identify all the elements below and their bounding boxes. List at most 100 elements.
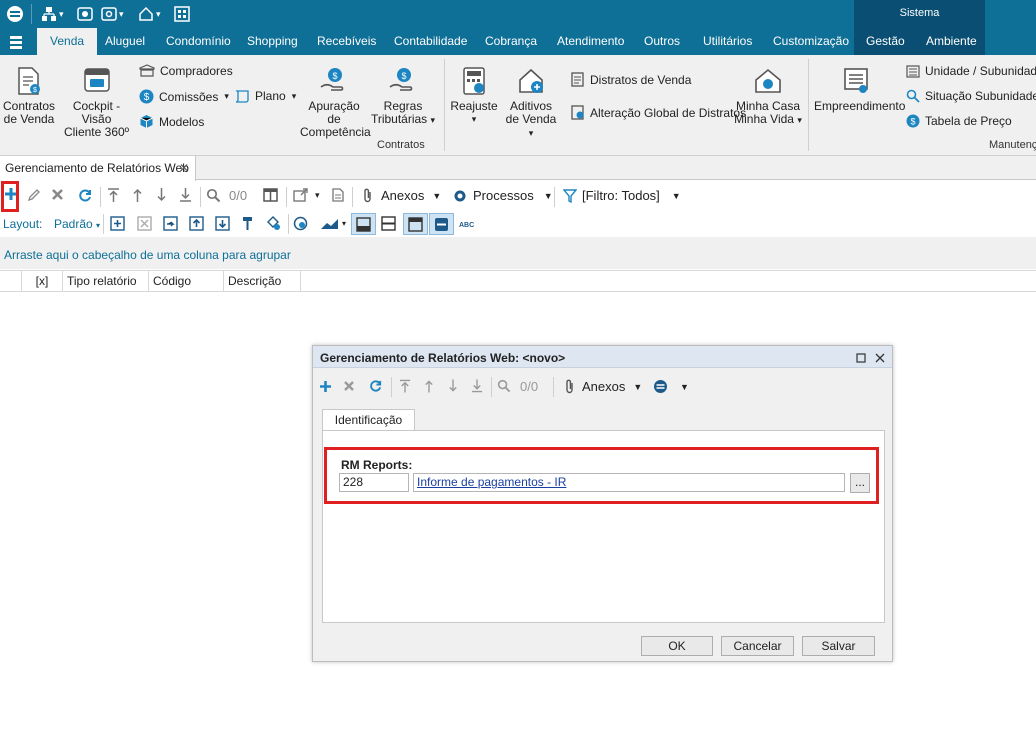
- comissoes-button[interactable]: $ Comissões ▾: [139, 89, 229, 104]
- maximize-icon[interactable]: [856, 352, 866, 366]
- window-icon[interactable]: ▾: [101, 4, 124, 24]
- compradores-button[interactable]: Compradores: [139, 64, 233, 78]
- tab-gestao[interactable]: Gestão: [866, 28, 905, 55]
- situacao-button[interactable]: Situação Subunidade: [906, 89, 1036, 103]
- cancel-button[interactable]: Cancelar: [721, 636, 794, 656]
- previous-record-button[interactable]: [131, 188, 144, 202]
- plano-label: Plano: [255, 89, 286, 103]
- spell-check-icon[interactable]: ABC: [459, 218, 477, 232]
- tab-cobranca[interactable]: Cobrança: [485, 28, 537, 55]
- document-gear-icon: [571, 105, 584, 120]
- plano-button[interactable]: Plano ▾: [234, 89, 296, 103]
- record-counter: 0/0: [229, 188, 248, 203]
- report-button[interactable]: [332, 188, 344, 202]
- close-icon[interactable]: [875, 352, 885, 366]
- column-header-descricao[interactable]: Descrição: [224, 271, 301, 292]
- tab-customizacao[interactable]: Customização: [773, 28, 849, 55]
- ok-button[interactable]: OK: [641, 636, 713, 656]
- doc-tab-relatorios[interactable]: Gerenciamento de Relatórios Web ✕: [0, 156, 196, 181]
- tab-condominio[interactable]: Condomínio: [166, 28, 231, 55]
- grid-icon[interactable]: [174, 4, 190, 24]
- column-header-tipo[interactable]: Tipo relatório: [63, 271, 149, 292]
- download-layout-icon[interactable]: [215, 216, 230, 234]
- tabela-preco-button[interactable]: $ Tabela de Preço: [906, 114, 1012, 128]
- group-by-area[interactable]: Arraste aqui o cabeçalho de uma coluna p…: [0, 237, 1036, 269]
- minha-casa-button[interactable]: Minha Casa Minha Vida ▾: [734, 67, 802, 127]
- column-header-codigo[interactable]: Código: [149, 271, 224, 292]
- home-icon[interactable]: ▾: [138, 4, 161, 24]
- report-icon: [332, 188, 344, 202]
- chart-type-icon[interactable]: ▾: [320, 217, 346, 230]
- add-layout-icon[interactable]: [110, 216, 125, 234]
- dialog-last-button[interactable]: [471, 379, 483, 393]
- apuracao-label-2: Competência: [300, 125, 371, 139]
- apuracao-button[interactable]: $ Apuração de Competência: [300, 67, 371, 139]
- dialog-search-button[interactable]: [497, 379, 511, 393]
- view-grid-bottom-icon[interactable]: [351, 213, 376, 235]
- app-menu-icon[interactable]: [9, 34, 23, 53]
- next-record-button[interactable]: [155, 188, 168, 202]
- close-icon[interactable]: ✕: [179, 156, 189, 180]
- dialog-first-button[interactable]: [399, 379, 411, 393]
- tab-venda[interactable]: Venda: [37, 28, 98, 55]
- cockpit-button[interactable]: Cockpit - Visão Cliente 360º: [59, 67, 134, 139]
- tab-utilitarios[interactable]: Utilitários: [703, 28, 752, 55]
- modelos-button[interactable]: Modelos: [139, 114, 204, 129]
- tab-atendimento[interactable]: Atendimento: [557, 28, 624, 55]
- upload-layout-icon[interactable]: [189, 216, 204, 234]
- edit-button[interactable]: [27, 188, 41, 202]
- tab-ambiente[interactable]: Ambiente: [926, 28, 977, 55]
- dialog-refresh-button[interactable]: [369, 379, 383, 393]
- regras-tributarias-button[interactable]: $ Regras Tributárias ▾: [370, 67, 436, 127]
- pin-icon[interactable]: [241, 216, 254, 234]
- refresh-button[interactable]: [78, 188, 93, 203]
- reajuste-button[interactable]: Reajuste ▾: [448, 67, 500, 126]
- register-icon: [844, 68, 868, 93]
- search-button[interactable]: [206, 188, 221, 203]
- empreendimento-label: Empreendimento: [814, 99, 906, 113]
- filter-button[interactable]: [Filtro: Todos] ▼: [563, 188, 681, 203]
- save-button[interactable]: Salvar: [802, 636, 875, 656]
- contratos-venda-button[interactable]: $ Contratos de Venda: [3, 67, 55, 126]
- unidade-button[interactable]: Unidade / Subunidade: [906, 64, 1036, 78]
- export-button[interactable]: ▾: [293, 188, 320, 202]
- tab-contabilidade[interactable]: Contabilidade: [394, 28, 467, 55]
- dialog-record-counter: 0/0: [520, 379, 539, 394]
- arrow-down-icon: [449, 379, 457, 392]
- hierarchy-icon[interactable]: ▾: [41, 4, 64, 24]
- view-split-icon[interactable]: [381, 216, 396, 234]
- tab-shopping[interactable]: Shopping: [247, 28, 298, 55]
- distratos-button[interactable]: Distratos de Venda: [570, 72, 691, 87]
- tab-aluguel[interactable]: Aluguel: [105, 28, 145, 55]
- modelos-label: Modelos: [159, 114, 205, 129]
- logo-icon[interactable]: [6, 4, 24, 24]
- tab-outros[interactable]: Outros: [644, 28, 680, 55]
- view-grid-top-icon[interactable]: [403, 213, 428, 235]
- processos-button[interactable]: Processos ▼: [453, 188, 553, 203]
- dialog-previous-button[interactable]: [423, 379, 435, 393]
- color-fill-icon[interactable]: [265, 216, 281, 234]
- view-bar-icon[interactable]: [429, 213, 454, 235]
- delete-button[interactable]: [51, 188, 64, 201]
- dialog-delete-button[interactable]: [343, 380, 355, 392]
- aditivos-button[interactable]: Aditivos de Venda ▾: [502, 67, 560, 140]
- cockpit-icon: [83, 68, 110, 92]
- view-icon[interactable]: [77, 4, 93, 24]
- dialog-anexos-button[interactable]: Anexos ▼: [564, 379, 642, 394]
- dialog-next-button[interactable]: [447, 379, 459, 393]
- column-header-select[interactable]: [x]: [22, 271, 63, 292]
- alteracao-global-button[interactable]: Alteração Global de Distratos: [570, 105, 746, 120]
- empreendimento-button[interactable]: Empreendimento: [814, 67, 906, 113]
- remove-layout-icon[interactable]: [137, 216, 152, 234]
- last-record-button[interactable]: [179, 188, 192, 202]
- tab-recebiveis[interactable]: Recebíveis: [317, 28, 376, 55]
- apply-layout-icon[interactable]: [163, 216, 178, 234]
- first-record-button[interactable]: [107, 188, 120, 202]
- palette-icon[interactable]: [293, 216, 308, 234]
- dialog-options-button[interactable]: ▼: [653, 379, 689, 394]
- columns-button[interactable]: [263, 188, 278, 202]
- layout-select[interactable]: Padrão ▾: [54, 217, 100, 231]
- dialog-add-button[interactable]: [319, 380, 332, 393]
- tab-identificacao[interactable]: Identificação: [322, 409, 415, 431]
- anexos-button[interactable]: Anexos ▼: [362, 188, 441, 203]
